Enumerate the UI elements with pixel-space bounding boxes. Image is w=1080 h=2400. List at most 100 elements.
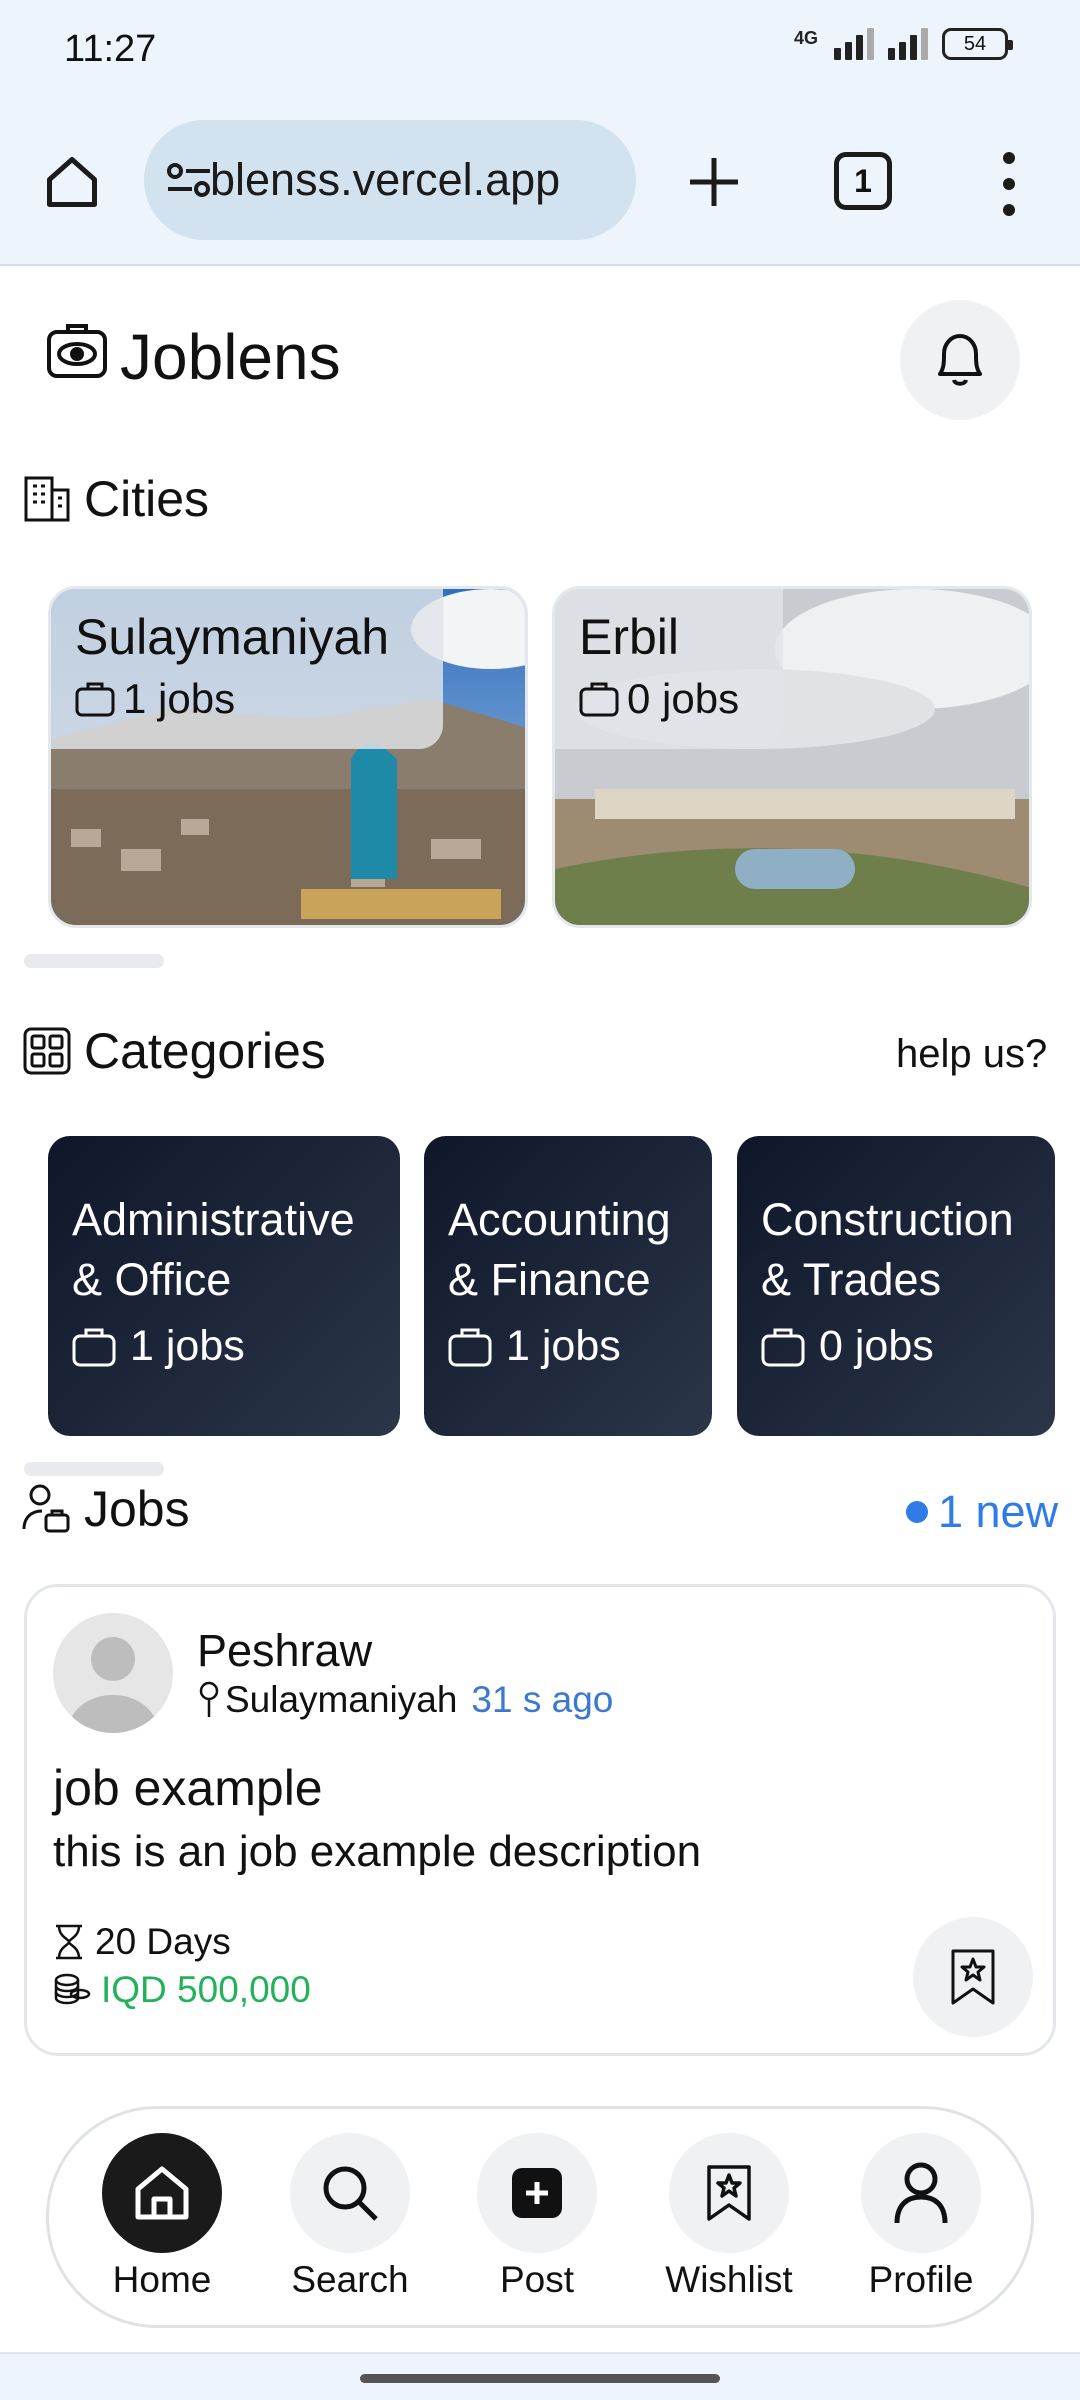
job-location-row: Sulaymaniyah 31 s ago	[197, 1679, 613, 1721]
category-card-accounting[interactable]: Accounting & Finance 1 jobs	[424, 1136, 712, 1436]
category-job-count: 0 jobs	[761, 1322, 1031, 1371]
category-jobs-label: 1 jobs	[130, 1322, 245, 1370]
network-type: 4G	[793, 28, 818, 48]
new-jobs-badge[interactable]: 1 new	[906, 1486, 1058, 1538]
browser-toolbar: blenss.vercel.app 1	[0, 100, 1080, 266]
plus-icon	[690, 158, 738, 206]
job-card[interactable]: Peshraw Sulaymaniyah 31 s ago job exampl…	[24, 1584, 1056, 2056]
nav-icon-wrap	[861, 2133, 981, 2253]
category-jobs-label: 1 jobs	[506, 1322, 621, 1370]
bookmark-star-icon	[951, 1949, 995, 2005]
nav-icon-wrap	[102, 2133, 222, 2253]
building-icon	[24, 476, 70, 522]
default-avatar-icon	[69, 1637, 157, 1733]
category-name-line1: Administrative	[72, 1194, 355, 1245]
browser-home-button[interactable]	[36, 146, 108, 218]
avatar	[53, 1613, 173, 1733]
briefcase-icon	[579, 682, 619, 717]
city-card-sulaymaniyah[interactable]: Sulaymaniyah 1 jobs	[48, 586, 528, 928]
job-duration-row: 20 Days	[53, 1921, 231, 1963]
nav-label: Post	[499, 2259, 575, 2300]
grid-icon	[23, 1027, 71, 1075]
categories-header: Categories	[22, 1022, 326, 1080]
status-icons: 4G 54	[793, 28, 1013, 60]
city-name: Erbil	[579, 609, 680, 665]
signal-strength-icon	[888, 28, 928, 60]
categories-scroll-indicator	[24, 1462, 164, 1476]
jobs-header: Jobs	[22, 1480, 190, 1538]
category-name-line2: & Finance	[448, 1254, 651, 1305]
nav-label: Search	[291, 2259, 409, 2300]
person-briefcase-icon	[22, 1484, 70, 1533]
add-to-wishlist-button[interactable]	[913, 1917, 1033, 2037]
category-job-count: 1 jobs	[72, 1322, 376, 1371]
city-jobs-label: 0 jobs	[627, 675, 740, 722]
city-jobs-label: 1 jobs	[123, 675, 236, 722]
status-time: 11:27	[64, 28, 157, 70]
battery-icon: 54	[942, 28, 1013, 60]
new-jobs-label: 1 new	[938, 1486, 1059, 1537]
url-bar[interactable]: blenss.vercel.app	[144, 120, 636, 240]
battery-level: 54	[963, 32, 987, 55]
nav-home[interactable]: Home	[77, 2133, 247, 2301]
category-name-line2: & Trades	[761, 1254, 942, 1305]
category-card-administrative[interactable]: Administrative & Office 1 jobs	[48, 1136, 400, 1436]
poster-name: Peshraw	[197, 1625, 373, 1676]
browser-menu-button[interactable]	[986, 148, 1032, 220]
nav-search[interactable]: Search	[265, 2133, 435, 2301]
category-job-count: 1 jobs	[448, 1322, 688, 1371]
city-info: Erbil 0 jobs	[555, 589, 783, 749]
category-card-construction[interactable]: Construction & Trades 0 jobs	[737, 1136, 1055, 1436]
city-job-count: 1 jobs	[75, 675, 419, 723]
nav-label: Wishlist	[665, 2259, 793, 2300]
job-salary: IQD 500,000	[101, 1969, 311, 2010]
status-bar: 11:27 4G 54	[0, 0, 1080, 100]
nav-profile[interactable]: Profile	[836, 2133, 1006, 2301]
nav-icon-wrap	[290, 2133, 410, 2253]
bookmark-star-icon	[707, 2165, 751, 2221]
jobs-title: Jobs	[84, 1481, 190, 1537]
job-salary-row: IQD 500,000	[53, 1969, 311, 2011]
bell-icon	[938, 334, 982, 386]
categories-title: Categories	[84, 1023, 326, 1079]
nav-label: Home	[112, 2259, 212, 2300]
city-info: Sulaymaniyah 1 jobs	[51, 589, 443, 749]
search-icon	[323, 2166, 378, 2221]
nav-wishlist[interactable]: Wishlist	[644, 2133, 814, 2301]
briefcase-icon	[761, 1328, 805, 1366]
category-jobs-label: 0 jobs	[819, 1322, 934, 1370]
nav-icon-wrap	[477, 2133, 597, 2253]
location-pin-icon	[199, 1681, 219, 1717]
city-card-erbil[interactable]: Erbil 0 jobs	[552, 586, 1032, 928]
app-title: Joblens	[120, 321, 341, 393]
tab-switcher-button[interactable]: 1	[834, 152, 892, 210]
new-tab-button[interactable]	[676, 144, 752, 220]
person-icon	[894, 2162, 948, 2224]
system-navigation-bar	[0, 2352, 1080, 2400]
nav-icon-wrap	[669, 2133, 789, 2253]
category-name-line2: & Office	[72, 1254, 232, 1305]
tab-count: 1	[854, 162, 872, 199]
city-job-count: 0 jobs	[579, 675, 759, 723]
bottom-navigation: Home Search Post Wishlist Profile	[46, 2106, 1034, 2328]
cities-scroll-indicator	[24, 954, 164, 968]
mobile-signal-icon	[834, 28, 874, 60]
job-location: Sulaymaniyah	[225, 1679, 458, 1720]
notifications-button[interactable]	[900, 300, 1020, 420]
job-title: job example	[53, 1760, 323, 1816]
nav-label: Profile	[868, 2259, 974, 2300]
cities-header: Cities	[22, 470, 209, 528]
site-settings-icon[interactable]	[166, 162, 212, 198]
hourglass-icon	[56, 1924, 82, 1960]
job-description: this is an job example description	[53, 1827, 702, 1876]
home-icon	[47, 157, 97, 207]
help-us-link[interactable]: help us?	[896, 1032, 1047, 1077]
coins-icon	[54, 1973, 91, 2005]
home-icon	[135, 2166, 189, 2220]
nav-post[interactable]: Post	[452, 2133, 622, 2301]
category-name-line1: Construction	[761, 1194, 1014, 1245]
job-duration: 20 Days	[95, 1921, 231, 1962]
cities-title: Cities	[84, 471, 210, 527]
plus-square-icon	[512, 2168, 562, 2218]
gesture-handle[interactable]	[360, 2374, 720, 2383]
